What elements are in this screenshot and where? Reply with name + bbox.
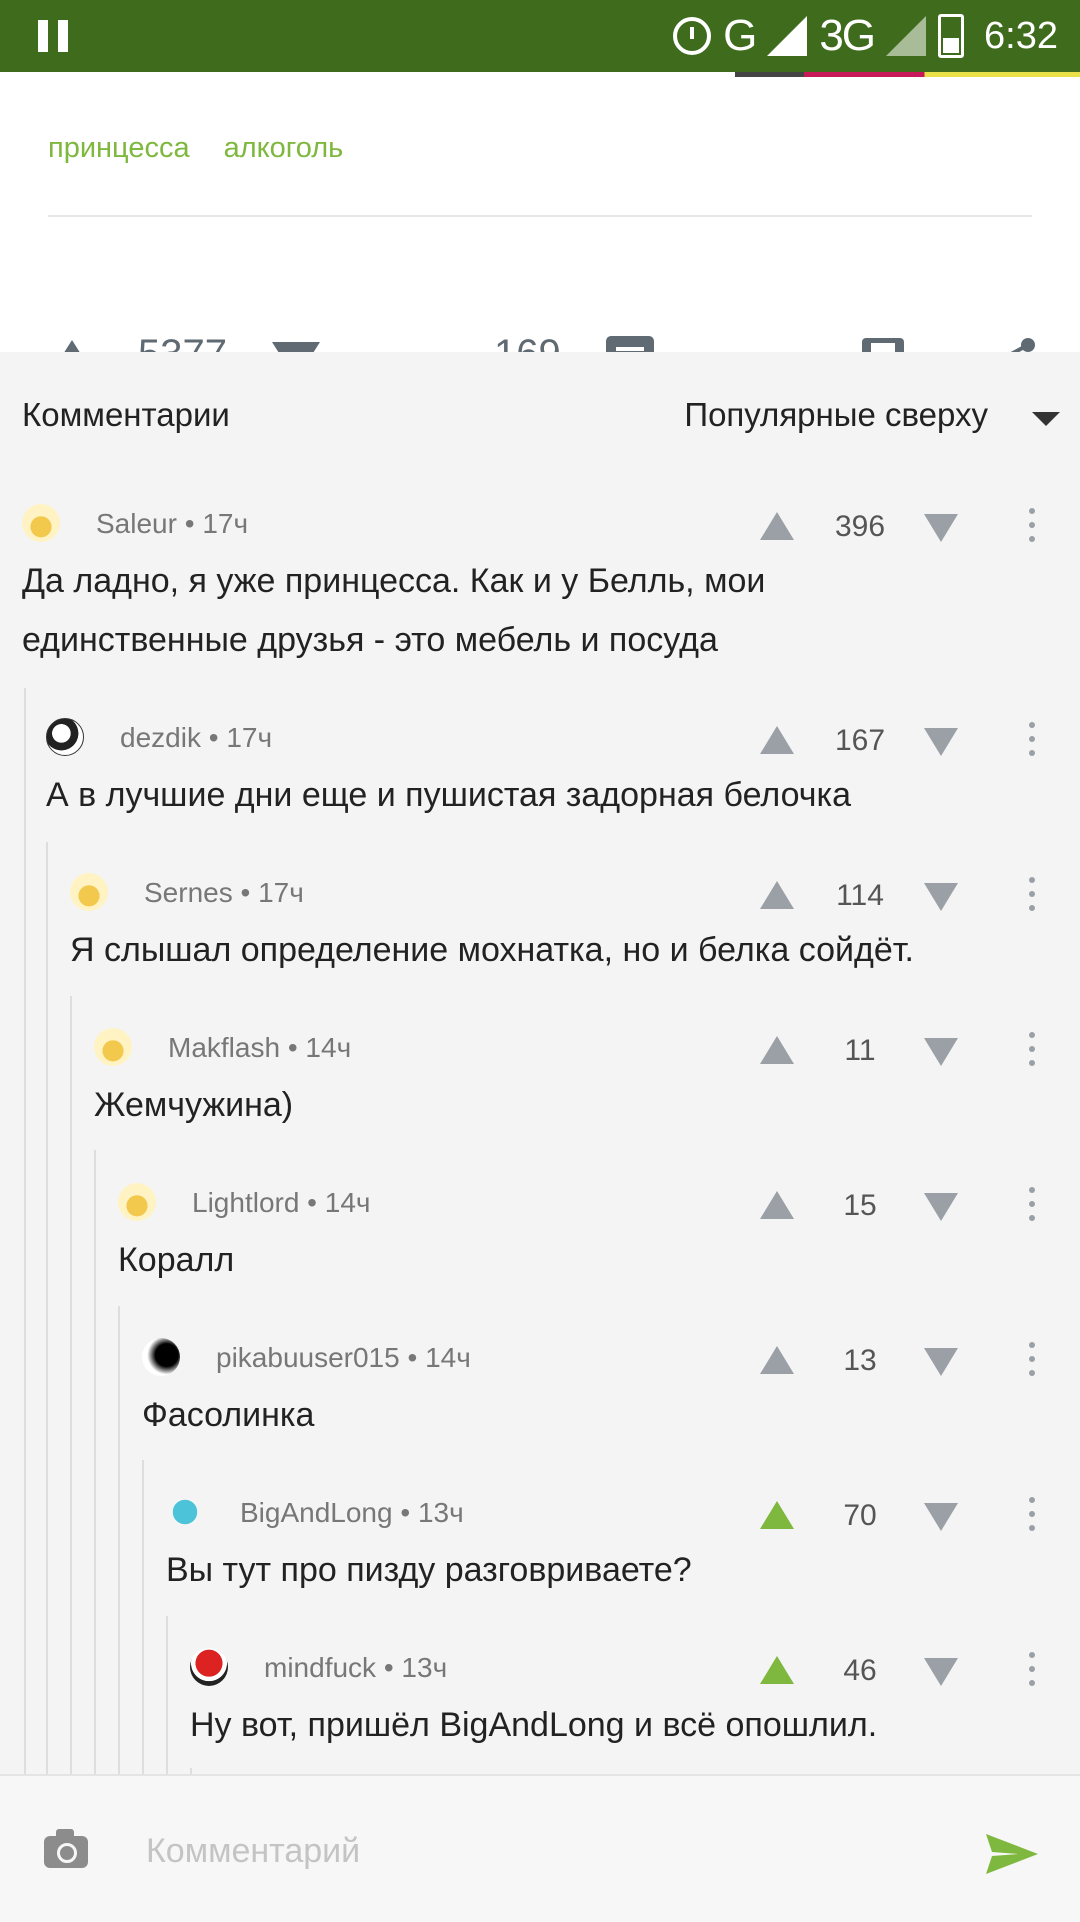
more-icon[interactable] (1028, 1497, 1036, 1533)
comment: Sernes • 17ч 114 Я слышал определение мо… (0, 871, 1080, 991)
downvote-icon[interactable] (924, 1658, 958, 1686)
comment-score: 396 (834, 510, 886, 543)
comment-text: Да ладно, я уже принцесса. Как и у Белль… (22, 562, 766, 659)
comment-score: 167 (834, 724, 886, 757)
comment-author[interactable]: BigAndLong • 13ч (240, 1497, 464, 1529)
comment-text: Жемчужина) (94, 1086, 294, 1124)
avatar[interactable] (118, 1183, 156, 1221)
comment-header: Saleur • 17ч 396 (0, 502, 1080, 552)
comment: mindfuck • 13ч 46 Ну вот, пришёл BigAndL… (0, 1646, 1080, 1766)
tag-link[interactable]: принцесса (48, 132, 190, 165)
clock: 6:32 (984, 14, 1058, 57)
tag-link[interactable]: алкоголь (224, 132, 344, 165)
comment-score: 46 (843, 1654, 877, 1687)
avatar[interactable] (46, 718, 84, 756)
comment-header: mindfuck • 13ч 46 (0, 1646, 1080, 1696)
status-bar: G 3G 6:32 (0, 0, 1080, 72)
post-tags: принцесса алкоголь (48, 132, 343, 165)
more-icon[interactable] (1028, 1342, 1036, 1378)
comment: Makflash • 14ч 11 Жемчужина) (0, 1026, 1080, 1146)
comment-text: Я слышал определение мохнатка, но и белк… (70, 931, 915, 969)
comment: Lightlord • 14ч 15 Коралл (0, 1181, 1080, 1301)
comment-score: 70 (843, 1499, 877, 1532)
upvote-icon[interactable] (760, 726, 794, 754)
comment-header: Sernes • 17ч 114 (0, 871, 1080, 921)
comment-header: Lightlord • 14ч 15 (0, 1181, 1080, 1231)
avatar[interactable] (70, 873, 108, 911)
signal-icon-2 (886, 16, 927, 56)
upvote-icon[interactable] (760, 1656, 794, 1684)
status-indicators: G 3G 6:32 (673, 8, 1058, 64)
post-card: принцесса алкоголь 5377 169 (0, 72, 1080, 386)
chevron-down-icon[interactable] (1032, 412, 1060, 426)
downvote-icon[interactable] (924, 514, 958, 542)
comment: BigAndLong • 13ч 70 Вы тут про пизду раз… (0, 1491, 1080, 1611)
comment-text: Коралл (118, 1241, 235, 1279)
comment-input-bar (0, 1774, 1080, 1922)
comment-author[interactable]: Sernes • 17ч (144, 877, 304, 909)
upvote-icon[interactable] (760, 881, 794, 909)
sort-dropdown[interactable]: Популярные сверху (684, 396, 988, 434)
downvote-icon[interactable] (924, 1193, 958, 1221)
comment-header: Makflash • 14ч 11 (0, 1026, 1080, 1076)
comment-score: 114 (836, 879, 884, 912)
avatar[interactable] (142, 1338, 180, 1376)
more-icon[interactable] (1028, 722, 1036, 758)
upvote-icon[interactable] (760, 512, 794, 540)
comment-score: 15 (843, 1189, 877, 1222)
comment-header: dezdik • 17ч 167 (0, 716, 1080, 766)
comments-title: Комментарии (22, 396, 230, 433)
downvote-icon[interactable] (924, 883, 958, 911)
comment-text: Вы тут про пизду разговриваете? (166, 1551, 692, 1589)
more-icon[interactable] (1028, 1032, 1036, 1068)
comment-author[interactable]: dezdik • 17ч (120, 722, 272, 754)
comment-score: 11 (844, 1034, 876, 1067)
comment-text: Фасолинка (142, 1396, 315, 1434)
upvote-icon[interactable] (760, 1346, 794, 1374)
post-actions: 5377 169 (0, 252, 1080, 386)
more-icon[interactable] (1028, 877, 1036, 913)
comment-author[interactable]: Makflash • 14ч (168, 1032, 351, 1064)
alarm-icon (673, 17, 712, 55)
comment: dezdik • 17ч 167 А в лучшие дни еще и пу… (0, 716, 1080, 836)
comment-author[interactable]: pikabuuser015 • 14ч (216, 1342, 471, 1374)
more-icon[interactable] (1028, 1652, 1036, 1688)
network-type-g: G (723, 11, 757, 60)
comment-score: 13 (843, 1344, 877, 1377)
battery-icon (938, 14, 965, 58)
avatar[interactable] (22, 504, 60, 542)
send-icon[interactable] (984, 1832, 1040, 1876)
camera-icon[interactable] (44, 1829, 88, 1868)
downvote-icon[interactable] (924, 1348, 958, 1376)
comment-text: А в лучшие дни еще и пушистая задорная б… (46, 776, 851, 814)
avatar[interactable] (94, 1028, 132, 1066)
avatar[interactable] (166, 1493, 204, 1531)
comments-header: Комментарии Популярные сверху (0, 352, 1080, 482)
downvote-icon[interactable] (924, 1038, 958, 1066)
downvote-icon[interactable] (924, 1503, 958, 1531)
signal-icon (767, 16, 808, 56)
upvote-icon[interactable] (760, 1501, 794, 1529)
comment: Saleur • 17ч 396 Да ладно, я уже принцес… (0, 502, 1080, 682)
comment-author[interactable]: Saleur • 17ч (96, 508, 248, 540)
divider (48, 215, 1032, 217)
post-image-edge (735, 72, 1080, 77)
more-icon[interactable] (1028, 508, 1036, 544)
network-type-3g: 3G (819, 11, 876, 60)
comment: pikabuuser015 • 14ч 13 Фасолинка (0, 1336, 1080, 1456)
comment-author[interactable]: mindfuck • 13ч (264, 1652, 447, 1684)
comment-header: pikabuuser015 • 14ч 13 (0, 1336, 1080, 1386)
comment-text: Ну вот, пришёл BigAndLong и всё опошлил. (190, 1706, 878, 1744)
comment-input[interactable] (144, 1822, 948, 1880)
pause-icon (36, 20, 72, 52)
more-icon[interactable] (1028, 1187, 1036, 1223)
downvote-icon[interactable] (924, 728, 958, 756)
upvote-icon[interactable] (760, 1191, 794, 1219)
avatar[interactable] (190, 1648, 228, 1686)
comment-header: BigAndLong • 13ч 70 (0, 1491, 1080, 1541)
upvote-icon[interactable] (760, 1036, 794, 1064)
comment-author[interactable]: Lightlord • 14ч (192, 1187, 371, 1219)
